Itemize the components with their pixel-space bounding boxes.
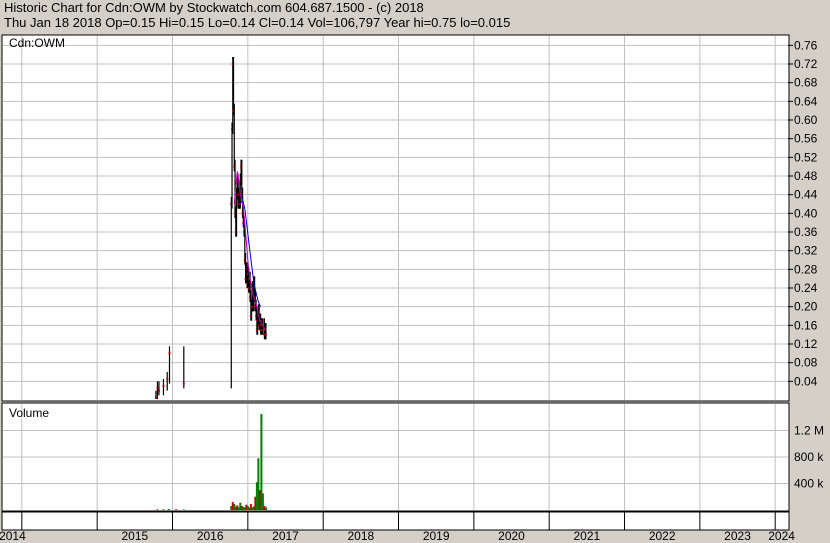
close-marker xyxy=(157,389,160,392)
price-tick-label: 0.76 xyxy=(794,38,818,52)
year-label: 2024 xyxy=(768,529,795,543)
close-marker xyxy=(154,396,157,399)
volume-bar xyxy=(156,509,159,510)
year-label: 2021 xyxy=(574,529,601,543)
volume-panel-label: Volume xyxy=(9,406,49,420)
year-axis-panel xyxy=(1,511,790,531)
price-tick-label: 0.08 xyxy=(794,356,818,370)
price-tick-label: 0.40 xyxy=(794,206,818,220)
year-label: 2022 xyxy=(649,529,676,543)
volume-bar xyxy=(162,509,165,510)
price-tick-label: 0.36 xyxy=(794,225,818,239)
price-tick-label: 0.28 xyxy=(794,262,818,276)
price-tick-label: 0.32 xyxy=(794,244,818,258)
volume-bar xyxy=(264,507,267,510)
stock-chart: 0.04 0.08 0.12 0.16 0.20 0.24 0.28 0.32 0.36 0.40… xyxy=(0,34,824,543)
year-label: 2020 xyxy=(498,529,525,543)
price-tick-label: 0.72 xyxy=(794,57,818,71)
close-marker xyxy=(162,385,165,387)
close-marker xyxy=(264,333,267,336)
year-label: 2015 xyxy=(121,529,148,543)
price-tick-label: 0.24 xyxy=(794,281,818,295)
price-axis: 0.04 0.08 0.12 0.16 0.20 0.24 0.28 0.32 0.36 0.40… xyxy=(788,38,818,388)
price-tick-label: 0.04 xyxy=(794,374,818,388)
year-label: 2019 xyxy=(423,529,450,543)
price-panel-label: Cdn:OWM xyxy=(9,36,65,50)
volume-bar xyxy=(167,509,170,510)
year-label: 2018 xyxy=(347,529,374,543)
close-marker xyxy=(182,382,185,385)
price-tick-label: 0.44 xyxy=(794,188,818,202)
price-tick-label: 0.56 xyxy=(794,132,818,146)
close-marker xyxy=(166,378,169,380)
year-label: 2016 xyxy=(197,529,224,543)
volume-axis: 400 k 800 k 1.2 M xyxy=(794,424,824,491)
volume-bar xyxy=(182,509,185,510)
price-tick-label: 0.12 xyxy=(794,337,818,351)
price-tick-label: 0.68 xyxy=(794,76,818,90)
price-panel xyxy=(1,34,790,402)
price-tick-label: 0.52 xyxy=(794,150,818,164)
volume-tick-label: 400 k xyxy=(794,477,824,491)
volume-tick-label: 800 k xyxy=(794,450,824,464)
volume-bar xyxy=(175,509,178,510)
price-tick-label: 0.60 xyxy=(794,113,818,127)
volume-tick-label: 1.2 M xyxy=(794,424,824,438)
price-tick-label: 0.16 xyxy=(794,318,818,332)
price-tick-label: 0.20 xyxy=(794,300,818,314)
year-label: 2023 xyxy=(724,529,751,543)
price-tick-label: 0.48 xyxy=(794,169,818,183)
close-marker xyxy=(168,352,171,355)
year-label: 2014 xyxy=(0,529,26,543)
price-tick-label: 0.64 xyxy=(794,94,818,108)
close-marker xyxy=(156,387,159,390)
year-label: 2017 xyxy=(272,529,299,543)
